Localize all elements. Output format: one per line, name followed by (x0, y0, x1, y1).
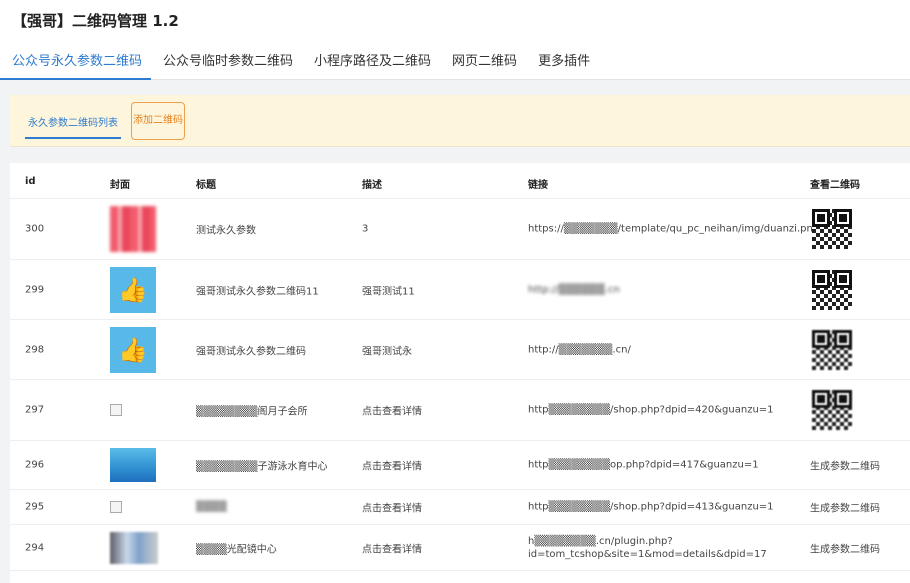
thumbs-up-icon: 👍 (110, 326, 156, 373)
broken-image-icon (110, 501, 122, 513)
row-id: 298 (25, 344, 45, 355)
table-row: 296 ▒▒▒▒▒▒▒▒子游泳水育中心 点击查看详情 http▒▒▒▒▒▒▒▒o… (10, 441, 910, 490)
row-title: 测试永久参数 (196, 225, 256, 237)
row-title: ▒▒▒▒光配镜中心 (196, 544, 277, 555)
app-title: 【强哥】二维码管理 1.2 (12, 12, 179, 30)
generate-qr-link[interactable]: 生成参数二维码 (810, 540, 880, 555)
generate-qr-link[interactable]: 生成参数二维码 (810, 458, 880, 473)
cover-image (110, 531, 158, 564)
qr-code-image[interactable] (812, 390, 852, 430)
row-id: 296 (25, 459, 45, 471)
table-row: 299 👍 强哥测试永久参数二维码11 强哥测试11 http://▒▒▒▒▒▒… (10, 260, 910, 320)
table-row: 300 测试永久参数 3 https://▒▒▒▒▒▒▒/template/qu… (10, 199, 910, 260)
cover-image (110, 206, 156, 252)
row-link[interactable]: https://▒▒▒▒▒▒▒/template/qu_pc_neihan/im… (528, 224, 819, 235)
tab-temporary-qr[interactable]: 公众号临时参数二维码 (151, 42, 302, 80)
cover-image (110, 448, 156, 482)
main-tabs: 公众号永久参数二维码 公众号临时参数二维码 小程序路径及二维码 网页二维码 更多… (0, 42, 599, 80)
subtab-list[interactable]: 永久参数二维码列表 (25, 95, 121, 139)
row-link[interactable]: http▒▒▒▒▒▒▒▒/shop.php?dpid=420&guanzu=1 (528, 405, 774, 416)
row-id: 297 (25, 404, 45, 416)
row-id: 300 (25, 223, 45, 235)
header-desc: 描述 (362, 180, 382, 191)
row-link[interactable]: http://▒▒▒▒▒▒.cn (528, 284, 620, 295)
broken-image-icon (110, 404, 122, 416)
row-desc: 强哥测试永 (362, 346, 412, 357)
row-desc[interactable]: 点击查看详情 (362, 540, 422, 555)
row-link[interactable]: h▒▒▒▒▒▒▒▒.cn/plugin.php? id=tom_tcshop&s… (528, 535, 767, 561)
row-link[interactable]: http://▒▒▒▒▒▒▒.cn/ (528, 344, 631, 355)
row-id: 299 (25, 284, 45, 295)
header-title: 标题 (196, 180, 216, 191)
row-desc: 强哥测试11 (362, 286, 415, 297)
qr-table: id 封面 标题 描述 链接 查看二维码 300 测试永久参数 3 https:… (10, 163, 910, 583)
row-link-line2[interactable]: id=tom_tcshop&site=1&mod=details&dpid=17 (528, 548, 767, 561)
header-id: id (25, 176, 36, 187)
row-title: ▒▒▒▒▒▒▒▒子游泳水育中心 (196, 461, 328, 473)
header-qr: 查看二维码 (810, 180, 860, 191)
row-desc: 3 (362, 223, 369, 235)
row-link[interactable]: http▒▒▒▒▒▒▒▒/shop.php?dpid=413&guanzu=1 (528, 502, 774, 513)
row-title: ▒▒▒▒▒▒▒▒阁月子会所 (196, 406, 308, 418)
row-title: 强哥测试永久参数二维码 (196, 346, 306, 357)
qr-code-image[interactable] (812, 209, 852, 249)
top-bar: 【强哥】二维码管理 1.2 公众号永久参数二维码 公众号临时参数二维码 小程序路… (0, 0, 910, 80)
row-title: ▒▒▒▒ (196, 501, 227, 513)
qr-code-image[interactable] (812, 329, 852, 370)
generate-qr-link[interactable]: 生成参数二维码 (810, 500, 880, 515)
header-link: 链接 (528, 180, 548, 191)
table-row: 295 ▒▒▒▒ 点击查看详情 http▒▒▒▒▒▒▒▒/shop.php?dp… (10, 490, 910, 525)
table-row: 294 ▒▒▒▒光配镜中心 点击查看详情 h▒▒▒▒▒▒▒▒.cn/plugin… (10, 525, 910, 571)
qr-code-image[interactable] (812, 269, 852, 310)
table-header: id 封面 标题 描述 链接 查看二维码 (10, 163, 910, 199)
row-id: 295 (25, 501, 45, 513)
tab-miniprogram-qr[interactable]: 小程序路径及二维码 (302, 42, 440, 80)
table-row: 297 ▒▒▒▒▒▒▒▒阁月子会所 点击查看详情 http▒▒▒▒▒▒▒▒/sh… (10, 380, 910, 441)
row-desc[interactable]: 点击查看详情 (362, 458, 422, 473)
row-id: 294 (25, 542, 45, 553)
tab-webpage-qr[interactable]: 网页二维码 (440, 42, 526, 80)
tab-more-plugins[interactable]: 更多插件 (526, 42, 599, 80)
table-row: 298 👍 强哥测试永久参数二维码 强哥测试永 http://▒▒▒▒▒▒▒.c… (10, 320, 910, 380)
add-qr-button[interactable]: 添加二维码 (131, 102, 185, 140)
row-desc[interactable]: 点击查看详情 (362, 403, 422, 418)
row-link-line1[interactable]: h▒▒▒▒▒▒▒▒.cn/plugin.php? (528, 535, 767, 548)
tab-permanent-qr[interactable]: 公众号永久参数二维码 (0, 42, 152, 80)
row-desc[interactable]: 点击查看详情 (362, 500, 422, 515)
row-link[interactable]: http▒▒▒▒▒▒▒▒op.php?dpid=417&guanzu=1 (528, 460, 759, 471)
header-cover: 封面 (110, 180, 130, 191)
sub-nav-bar: 永久参数二维码列表 添加二维码 (10, 95, 910, 147)
row-title: 强哥测试永久参数二维码11 (196, 286, 319, 297)
thumbs-up-icon: 👍 (110, 266, 156, 313)
